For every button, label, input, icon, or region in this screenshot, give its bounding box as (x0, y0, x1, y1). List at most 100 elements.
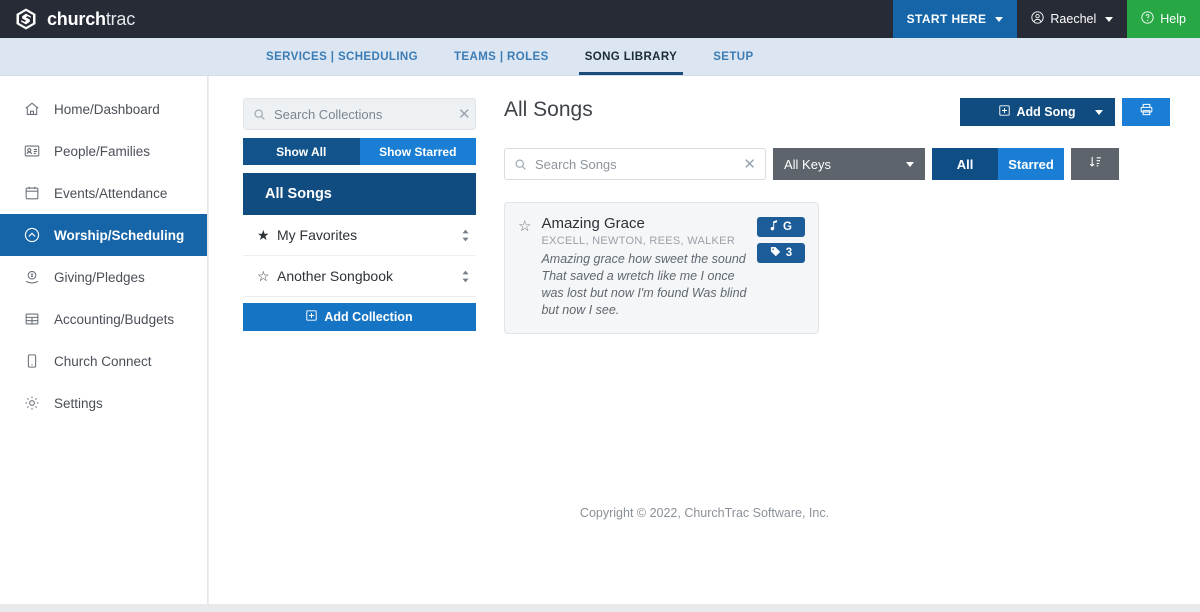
close-x-icon[interactable]: ✕ (743, 157, 756, 172)
close-x-icon[interactable]: ✕ (458, 107, 471, 122)
sidebar-item-home-dashboard[interactable]: Home/Dashboard (0, 88, 207, 130)
mobile-phone-icon (22, 352, 41, 371)
show-starred-tab[interactable]: Show Starred (360, 138, 477, 165)
collection-item-my-favorites[interactable]: ★ My Favorites (243, 215, 476, 256)
top-header-bar: churchtrac START HERE Raechel (0, 0, 1200, 38)
grid-table-icon (22, 310, 41, 329)
keys-filter-value: All Keys (784, 157, 831, 172)
gear-icon (22, 394, 41, 413)
add-collection-label: Add Collection (324, 310, 412, 324)
star-outline-icon[interactable]: ☆ (518, 215, 531, 319)
song-lyrics-preview: Amazing grace how sweet the sound That s… (541, 251, 747, 319)
user-name-label: Raechel (1050, 12, 1096, 26)
add-song-button[interactable]: Add Song (960, 98, 1115, 126)
subnav-item-song-library[interactable]: SONG LIBRARY (567, 38, 696, 75)
song-key-label: G (783, 221, 792, 233)
plus-box-icon (306, 310, 317, 324)
star-filled-icon[interactable]: ★ (257, 227, 277, 244)
sidebar-item-settings[interactable]: Settings (0, 382, 207, 424)
sidebar-item-events-attendance[interactable]: Events/Attendance (0, 172, 207, 214)
footer-copyright: Copyright © 2022, ChurchTrac Software, I… (209, 506, 1200, 520)
calendar-icon (22, 184, 41, 203)
start-here-label: START HERE (907, 12, 987, 26)
chevron-down-icon (906, 162, 914, 167)
donation-icon (22, 268, 41, 287)
brand-text-light: trac (106, 9, 135, 29)
chevron-down-icon[interactable] (1095, 110, 1103, 115)
sidebar-item-label: Church Connect (54, 354, 152, 369)
search-icon (514, 158, 527, 171)
toggle-starred-button[interactable]: Starred (998, 148, 1064, 180)
song-card-main: Amazing Grace EXCELL, NEWTON, REES, WALK… (541, 215, 747, 319)
bottom-edge-strip (0, 604, 1200, 612)
star-outline-icon[interactable]: ☆ (257, 268, 277, 285)
sidebar-item-giving-pledges[interactable]: Giving/Pledges (0, 256, 207, 298)
sidebar-item-label: Worship/Scheduling (54, 228, 184, 243)
sub-navigation: SERVICES | SCHEDULING TEAMS | ROLES SONG… (0, 38, 1200, 76)
keys-filter-select[interactable]: All Keys (773, 148, 925, 180)
sort-handle-icon[interactable] (461, 229, 470, 242)
song-title: Amazing Grace (541, 215, 747, 232)
sidebar-item-accounting-budgets[interactable]: Accounting/Budgets (0, 298, 207, 340)
search-collections-box[interactable]: ✕ (243, 98, 476, 130)
music-note-icon (770, 220, 778, 234)
subnav-item-services-scheduling[interactable]: SERVICES | SCHEDULING (248, 38, 436, 75)
songs-filter-row: ✕ All Keys All Starred (504, 148, 1170, 180)
collection-item-another-songbook[interactable]: ☆ Another Songbook (243, 256, 476, 297)
chevron-down-icon (1105, 17, 1113, 22)
chevron-circle-up-icon (22, 226, 41, 245)
collection-name-label: Another Songbook (277, 268, 461, 284)
collection-item-all-songs[interactable]: All Songs (243, 173, 476, 215)
sidebar-item-worship-scheduling[interactable]: Worship/Scheduling (0, 214, 207, 256)
sort-handle-icon[interactable] (461, 270, 470, 283)
sidebar-item-label: Settings (54, 396, 103, 411)
song-tag-count: 3 (786, 247, 792, 259)
collections-filter-tabs: Show All Show Starred (243, 138, 476, 165)
subnav-item-setup[interactable]: SETUP (695, 38, 771, 75)
sidebar-item-label: Accounting/Budgets (54, 312, 174, 327)
search-icon (253, 108, 266, 121)
song-authors: EXCELL, NEWTON, REES, WALKER (541, 235, 747, 247)
sort-amount-icon (1088, 154, 1103, 174)
sidebar-item-church-connect[interactable]: Church Connect (0, 340, 207, 382)
toggle-all-button[interactable]: All (932, 148, 998, 180)
page-body: Home/Dashboard People/Families Events/At… (0, 76, 1200, 612)
question-circle-icon (1141, 11, 1154, 27)
sidebar-item-label: Giving/Pledges (54, 270, 145, 285)
main-sidebar: Home/Dashboard People/Families Events/At… (0, 76, 208, 612)
user-circle-icon (1031, 11, 1044, 27)
sidebar-item-label: Home/Dashboard (54, 102, 160, 117)
add-song-label: Add Song (1016, 105, 1075, 119)
song-key-badge: G (757, 217, 805, 237)
main-content: ✕ Show All Show Starred All Songs ★ My F… (208, 76, 1200, 612)
start-here-button[interactable]: START HERE (893, 0, 1018, 38)
collections-panel: ✕ Show All Show Starred All Songs ★ My F… (209, 98, 504, 612)
printer-icon (1139, 102, 1154, 122)
help-button[interactable]: Help (1127, 0, 1200, 38)
brand-text-bold: church (47, 9, 106, 29)
show-all-tab[interactable]: Show All (243, 138, 360, 165)
sidebar-item-people-families[interactable]: People/Families (0, 130, 207, 172)
song-list-item[interactable]: ☆ Amazing Grace EXCELL, NEWTON, REES, WA… (504, 202, 819, 334)
search-songs-input[interactable] (535, 157, 735, 172)
chevron-down-icon (995, 17, 1003, 22)
song-card-badges: G 3 (757, 215, 805, 319)
song-tag-badge: 3 (757, 243, 805, 263)
home-icon (22, 100, 41, 119)
search-songs-box[interactable]: ✕ (504, 148, 766, 180)
user-menu-button[interactable]: Raechel (1017, 0, 1127, 38)
collection-name-label: My Favorites (277, 227, 461, 243)
brand-text: churchtrac (47, 9, 135, 30)
id-card-icon (22, 142, 41, 161)
sidebar-item-label: People/Families (54, 144, 150, 159)
tag-icon (770, 246, 781, 260)
plus-box-icon (999, 105, 1010, 119)
brand-logo-area[interactable]: churchtrac (0, 0, 135, 38)
subnav-item-teams-roles[interactable]: TEAMS | ROLES (436, 38, 567, 75)
search-collections-input[interactable] (274, 107, 450, 122)
songs-starred-toggle: All Starred (932, 148, 1064, 180)
print-button[interactable] (1122, 98, 1170, 126)
sidebar-item-label: Events/Attendance (54, 186, 167, 201)
add-collection-button[interactable]: Add Collection (243, 303, 476, 331)
sort-button[interactable] (1071, 148, 1119, 180)
